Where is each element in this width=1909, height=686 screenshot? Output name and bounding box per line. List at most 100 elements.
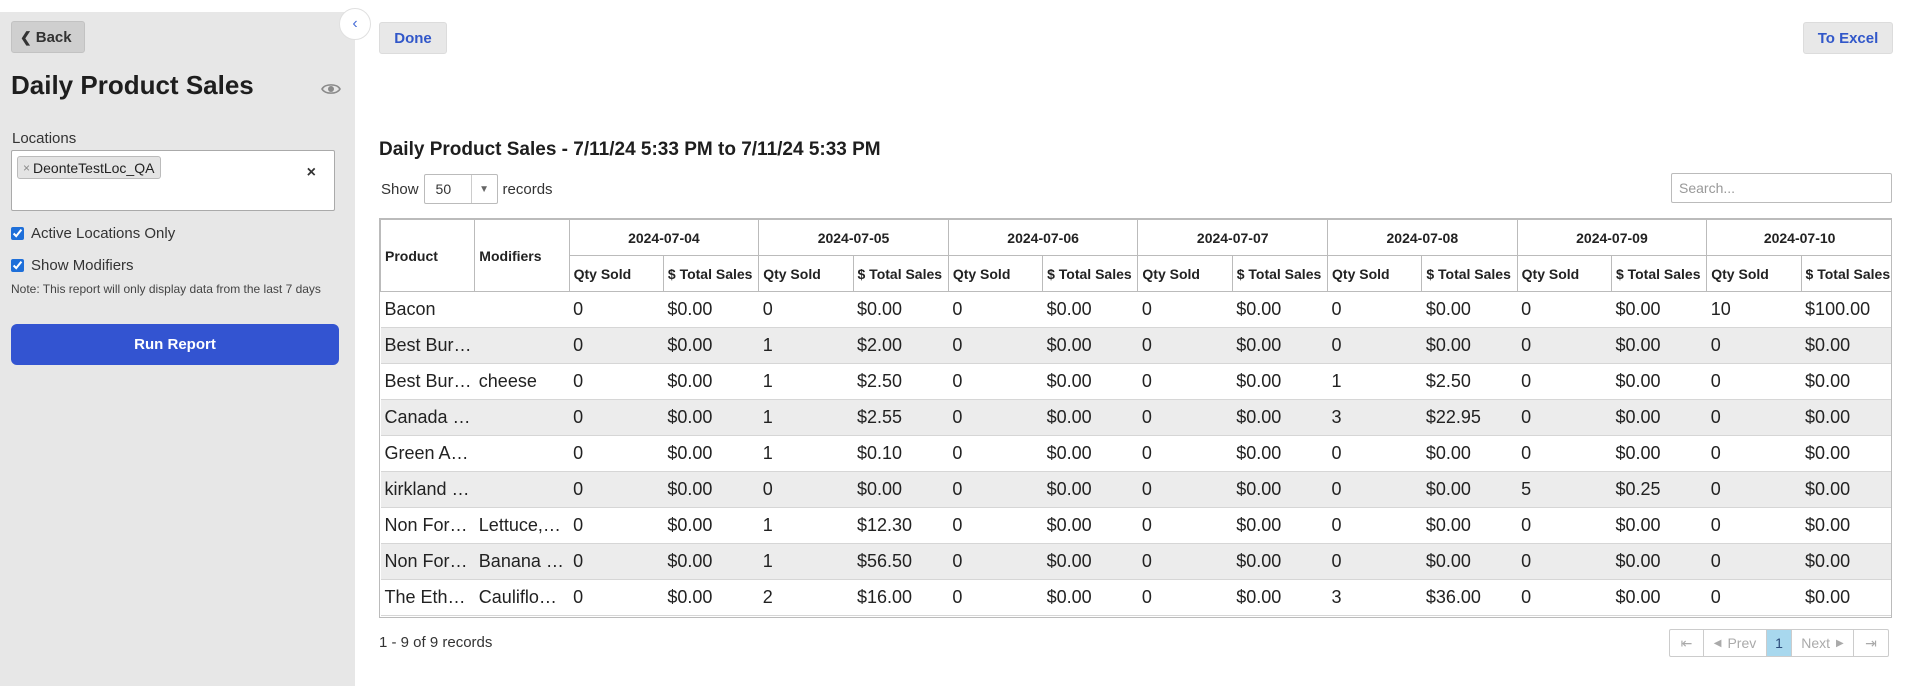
column-header-qty-sold[interactable]: Qty Sold <box>1516 255 1612 292</box>
show-label: Show <box>381 180 419 198</box>
product-cell: Canada … <box>380 399 475 436</box>
total-sales-cell: $0.00 <box>1611 291 1707 328</box>
qty-sold-cell: 0 <box>1137 291 1233 328</box>
search-input[interactable] <box>1671 173 1892 203</box>
total-sales-cell: $0.00 <box>1042 363 1138 400</box>
total-sales-cell: $12.30 <box>853 507 949 544</box>
total-sales-cell: $0.00 <box>1421 435 1518 472</box>
product-cell: The Eth… <box>380 579 475 616</box>
qty-sold-cell: 5 <box>1517 471 1612 508</box>
show-modifiers-toggle[interactable]: Show Modifiers <box>11 257 134 274</box>
total-sales-cell: $100.00 <box>1801 291 1891 328</box>
total-sales-cell: $0.00 <box>853 471 949 508</box>
done-button[interactable]: Done <box>379 22 447 54</box>
column-header-total-sales[interactable]: $ Total Sales <box>662 255 760 292</box>
clear-locations-icon[interactable]: × <box>307 164 316 182</box>
column-header-total-sales[interactable]: $ Total Sales <box>1421 255 1518 292</box>
eye-icon[interactable] <box>321 82 341 96</box>
locations-multiselect[interactable]: × DeonteTestLoc_QA × <box>11 150 335 211</box>
qty-sold-cell: 0 <box>569 579 664 616</box>
qty-sold-cell: 2 <box>758 579 853 616</box>
column-header-total-sales[interactable]: $ Total Sales <box>1231 255 1329 292</box>
qty-sold-cell: 0 <box>948 507 1043 544</box>
total-sales-cell: $0.00 <box>1611 579 1707 616</box>
total-sales-cell: $0.00 <box>1232 291 1328 328</box>
total-sales-cell: $2.50 <box>1421 363 1518 400</box>
back-button[interactable]: ❮ Back <box>11 21 85 53</box>
page-size-value: 50 <box>425 175 472 203</box>
column-header-modifiers[interactable]: Modifiers <box>474 219 570 292</box>
column-header-qty-sold[interactable]: Qty Sold <box>1137 255 1233 292</box>
product-cell: kirkland … <box>380 471 475 508</box>
total-sales-cell: $0.10 <box>853 435 949 472</box>
product-cell: Best Bur… <box>380 363 475 400</box>
column-header-total-sales[interactable]: $ Total Sales <box>1042 255 1139 292</box>
modifiers-cell: Lettuce,… <box>474 507 570 544</box>
chip-remove-icon[interactable]: × <box>23 161 30 175</box>
current-page-button[interactable]: 1 <box>1767 630 1792 656</box>
column-header-total-sales[interactable]: $ Total Sales <box>1610 255 1708 292</box>
active-locations-toggle[interactable]: Active Locations Only <box>11 225 175 242</box>
total-sales-cell: $16.00 <box>853 579 949 616</box>
caret-right-icon: ▶ <box>1836 637 1844 649</box>
total-sales-cell: $0.00 <box>1232 579 1328 616</box>
total-sales-cell: $0.00 <box>1611 507 1707 544</box>
qty-sold-cell: 0 <box>1706 507 1802 544</box>
qty-sold-cell: 0 <box>1327 435 1422 472</box>
qty-sold-cell: 0 <box>1706 363 1802 400</box>
last-page-button[interactable]: ⇥ <box>1854 630 1888 656</box>
date-column-header: 2024-07-06 <box>947 219 1139 256</box>
column-header-product[interactable]: Product <box>380 219 476 292</box>
total-sales-cell: $0.00 <box>663 579 759 616</box>
qty-sold-cell: 0 <box>569 507 664 544</box>
qty-sold-cell: 0 <box>758 471 853 508</box>
total-sales-cell: $0.00 <box>1801 471 1891 508</box>
modifiers-cell: cheese <box>474 363 570 400</box>
qty-sold-cell: 0 <box>948 291 1043 328</box>
first-page-button[interactable]: ⇤ <box>1670 630 1704 656</box>
column-header-total-sales[interactable]: $ Total Sales <box>852 255 949 292</box>
collapse-sidebar-button[interactable]: ‹ <box>339 8 371 40</box>
qty-sold-cell: 0 <box>1137 327 1233 364</box>
chevron-left-icon: ❮ <box>20 28 32 45</box>
to-excel-button[interactable]: To Excel <box>1803 22 1893 54</box>
product-cell: Non For… <box>380 543 475 580</box>
qty-sold-cell: 0 <box>1517 579 1612 616</box>
sidebar: ❮ Back Daily Product Sales Locations × D… <box>0 12 355 686</box>
page-size-select[interactable]: 50 ▼ <box>423 174 498 204</box>
qty-sold-cell: 0 <box>948 435 1043 472</box>
qty-sold-cell: 1 <box>758 399 853 436</box>
active-locations-checkbox[interactable] <box>11 227 24 240</box>
column-header-total-sales[interactable]: $ Total Sales <box>1800 255 1891 292</box>
modifiers-cell <box>474 435 570 472</box>
column-header-qty-sold[interactable]: Qty Sold <box>1327 255 1423 292</box>
date-column-header: 2024-07-09 <box>1516 219 1708 256</box>
active-locations-label: Active Locations Only <box>31 225 176 242</box>
show-modifiers-checkbox[interactable] <box>11 259 24 272</box>
column-header-qty-sold[interactable]: Qty Sold <box>568 255 664 292</box>
qty-sold-cell: 0 <box>1706 543 1802 580</box>
date-column-header: 2024-07-07 <box>1137 219 1329 256</box>
page-size-control: Show 50 ▼ records <box>381 174 553 204</box>
qty-sold-cell: 0 <box>1327 507 1422 544</box>
qty-sold-cell: 1 <box>758 507 853 544</box>
total-sales-cell: $0.00 <box>1801 435 1891 472</box>
run-report-button[interactable]: Run Report <box>11 324 339 365</box>
prev-page-button[interactable]: ◀ Prev <box>1704 630 1767 656</box>
total-sales-cell: $2.50 <box>853 363 949 400</box>
qty-sold-cell: 0 <box>569 471 664 508</box>
qty-sold-cell: 1 <box>758 327 853 364</box>
column-header-qty-sold[interactable]: Qty Sold <box>947 255 1044 292</box>
locations-label: Locations <box>12 130 77 147</box>
report-title: Daily Product Sales - 7/11/24 5:33 PM to… <box>379 139 881 160</box>
column-header-qty-sold[interactable]: Qty Sold <box>1706 255 1802 292</box>
qty-sold-cell: 0 <box>569 399 664 436</box>
next-page-button[interactable]: Next ▶ <box>1792 630 1854 656</box>
total-sales-cell: $0.00 <box>1421 543 1518 580</box>
total-sales-cell: $0.00 <box>1801 327 1891 364</box>
back-label: Back <box>35 28 72 46</box>
column-header-qty-sold[interactable]: Qty Sold <box>758 255 854 292</box>
qty-sold-cell: 3 <box>1327 399 1422 436</box>
total-sales-cell: $0.00 <box>1421 507 1518 544</box>
total-sales-cell: $0.00 <box>1801 399 1891 436</box>
